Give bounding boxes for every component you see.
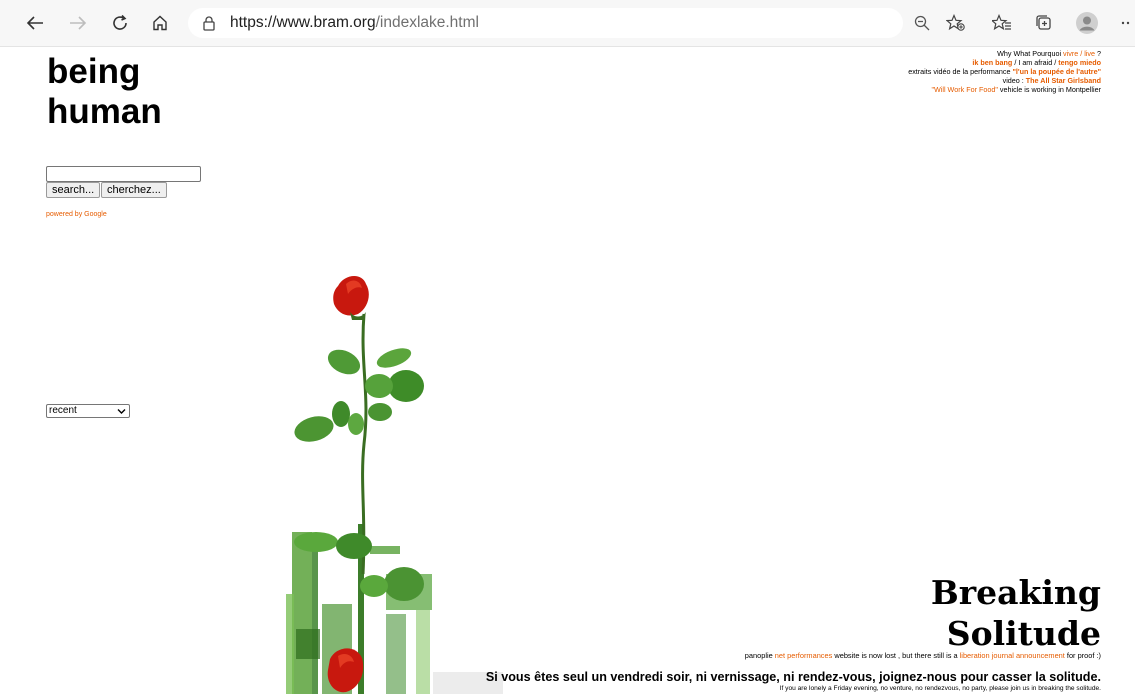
- url-host: https://www.bram.org: [230, 14, 376, 31]
- panoplie-note: panoplie net performances website is now…: [745, 651, 1101, 660]
- back-arrow-icon[interactable]: [22, 10, 48, 36]
- top-link-line: Why What Pourquoi vivre / live ?: [908, 49, 1101, 58]
- french-invitation: Si vous êtes seul un vendredi soir, ni v…: [485, 670, 1101, 684]
- girlsband-link[interactable]: The All Star Girlsband: [1026, 76, 1101, 85]
- more-icon[interactable]: [1116, 11, 1135, 35]
- english-invitation: If you are lonely a Friday evening, no v…: [779, 685, 1101, 692]
- poupee-link[interactable]: "l'un la poupée de l'autre": [1012, 67, 1101, 76]
- tengo-miedo-link[interactable]: tengo miedo: [1058, 58, 1101, 67]
- top-link-line: ik ben bang / I am afraid / tengo miedo: [908, 58, 1101, 67]
- will-work-for-food-link[interactable]: "Will Work For Food": [931, 85, 997, 94]
- favorites-icon[interactable]: [990, 11, 1014, 35]
- top-link-line: "Will Work For Food" vehicle is working …: [908, 85, 1101, 94]
- heading-line1: Breaking: [930, 573, 1101, 612]
- ik-ben-bang-link[interactable]: ik ben bang: [972, 58, 1012, 67]
- breaking-solitude-heading: Breaking Solitude: [931, 572, 1101, 654]
- collections-icon[interactable]: [1032, 11, 1056, 35]
- top-link-line: video : The All Star Girlsband: [908, 76, 1101, 85]
- lock-icon[interactable]: [202, 15, 216, 36]
- refresh-icon[interactable]: [107, 10, 133, 36]
- panoplie-text: for proof :): [1064, 651, 1101, 660]
- panoplie-text: website is now lost , but there still is…: [832, 651, 960, 660]
- vivre-live-link[interactable]: vivre / live: [1063, 49, 1095, 58]
- search-input[interactable]: [46, 166, 201, 182]
- add-favorite-icon[interactable]: [944, 11, 968, 35]
- cherchez-button[interactable]: cherchez...: [101, 182, 167, 198]
- site-title-line1: being: [47, 52, 141, 91]
- top-text: extraits vidéo de la performance: [908, 67, 1013, 76]
- liberation-announcement-link[interactable]: liberation journal announcement: [960, 651, 1065, 660]
- powered-by-google-link[interactable]: powered by Google: [46, 211, 107, 218]
- browser-toolbar: https://www.bram.org/indexlake.html: [0, 0, 1135, 47]
- page-content: being human search... cherchez... powere…: [0, 46, 1135, 694]
- top-links: Why What Pourquoi vivre / live ? ik ben …: [908, 49, 1101, 94]
- site-title: being human: [47, 52, 162, 132]
- address-bar[interactable]: https://www.bram.org/indexlake.html: [188, 8, 903, 38]
- top-text: vehicle is working in Montpellier: [997, 85, 1101, 94]
- search-button[interactable]: search...: [46, 182, 101, 198]
- home-icon[interactable]: [147, 10, 173, 36]
- site-title-line2: human: [47, 92, 162, 131]
- top-text: video :: [1002, 76, 1026, 85]
- rose-image: [286, 275, 433, 694]
- top-link-line: extraits vidéo de la performance "l'un l…: [908, 67, 1101, 76]
- url-text[interactable]: https://www.bram.org/indexlake.html: [230, 14, 479, 32]
- zoom-out-icon[interactable]: [910, 11, 934, 35]
- net-performances-link[interactable]: net performances: [775, 651, 833, 660]
- heading-line2: Solitude: [946, 614, 1101, 653]
- chevron-down-icon: [117, 407, 126, 419]
- archive-select[interactable]: recent: [46, 404, 130, 418]
- top-text: ?: [1095, 49, 1101, 58]
- url-path: /indexlake.html: [375, 14, 479, 31]
- top-text: Why What Pourquoi: [997, 49, 1064, 58]
- forward-arrow-icon[interactable]: [65, 10, 91, 36]
- top-text: / I am afraid /: [1012, 58, 1059, 67]
- panoplie-text: panoplie: [744, 651, 775, 660]
- archive-select-value: recent: [49, 405, 77, 416]
- profile-icon[interactable]: [1075, 11, 1099, 35]
